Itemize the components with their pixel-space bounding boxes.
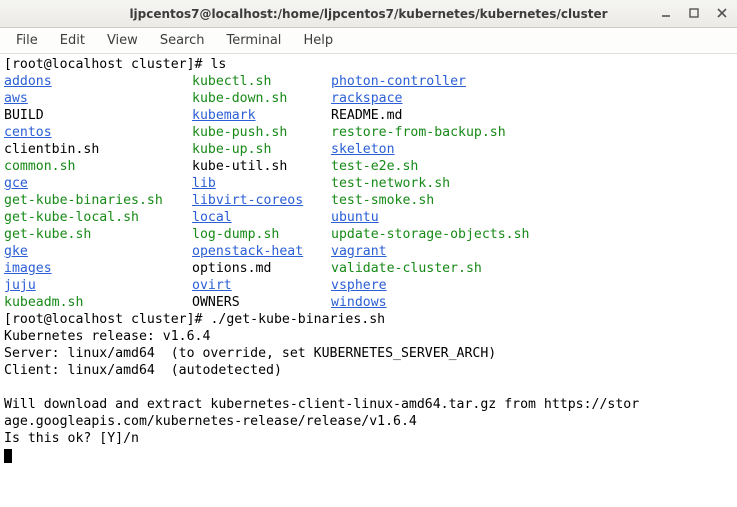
ls-entry: get-kube-local.sh	[4, 209, 192, 226]
ls-entry: kubemark	[192, 107, 331, 124]
titlebar: ljpcentos7@localhost:/home/ljpcentos7/ku…	[0, 0, 737, 28]
ls-entry: images	[4, 260, 192, 277]
close-button[interactable]	[713, 4, 731, 22]
ls-entry: get-kube-binaries.sh	[4, 192, 192, 209]
ls-entry: ovirt	[192, 277, 331, 294]
ls-entry: kubeadm.sh	[4, 294, 192, 311]
terminal-cursor	[4, 449, 12, 463]
ls-entry: kube-down.sh	[192, 90, 331, 107]
ls-entry: lib	[192, 175, 331, 192]
prompt-text: [root@localhost cluster]#	[4, 57, 210, 72]
ls-entry: rackspace	[331, 90, 733, 107]
menubar: File Edit View Search Terminal Help	[0, 28, 737, 54]
ls-entry: test-network.sh	[331, 175, 733, 192]
ls-entry: ubuntu	[331, 209, 733, 226]
ls-entry: update-storage-objects.sh	[331, 226, 733, 243]
ls-listing: addonskubectl.shphoton-controllerawskube…	[4, 73, 733, 311]
ls-entry: get-kube.sh	[4, 226, 192, 243]
ls-entry: centos	[4, 124, 192, 141]
ls-entry: vsphere	[331, 277, 733, 294]
ls-entry: skeleton	[331, 141, 733, 158]
output-line: Kubernetes release: v1.6.4	[4, 329, 210, 344]
ls-entry: gke	[4, 243, 192, 260]
ls-entry: validate-cluster.sh	[331, 260, 733, 277]
ls-entry: openstack-heat	[192, 243, 331, 260]
ls-entry: kube-util.sh	[192, 158, 331, 175]
ls-entry: restore-from-backup.sh	[331, 124, 733, 141]
output-line: Will download and extract kubernetes-cli…	[4, 397, 639, 412]
window-controls	[657, 4, 731, 22]
ls-entry: OWNERS	[192, 294, 331, 311]
ls-entry: options.md	[192, 260, 331, 277]
prompt-text: [root@localhost cluster]#	[4, 312, 210, 327]
ls-entry: kube-up.sh	[192, 141, 331, 158]
ls-entry: test-e2e.sh	[331, 158, 733, 175]
ls-entry: BUILD	[4, 107, 192, 124]
ls-entry: aws	[4, 90, 192, 107]
output-line: Client: linux/amd64 (autodetected)	[4, 363, 282, 378]
ls-entry: libvirt-coreos	[192, 192, 331, 209]
output-line: Server: linux/amd64 (to override, set KU…	[4, 346, 496, 361]
command-text: ls	[210, 57, 226, 72]
ls-entry: windows	[331, 294, 733, 311]
ls-entry: common.sh	[4, 158, 192, 175]
ls-entry: juju	[4, 277, 192, 294]
maximize-button[interactable]	[685, 4, 703, 22]
minimize-button[interactable]	[657, 4, 675, 22]
terminal-area[interactable]: [root@localhost cluster]# ls addonskubec…	[0, 54, 737, 507]
ls-entry: local	[192, 209, 331, 226]
command-text: ./get-kube-binaries.sh	[210, 312, 385, 327]
menu-view[interactable]: View	[97, 30, 148, 51]
ls-entry: log-dump.sh	[192, 226, 331, 243]
ls-entry: photon-controller	[331, 73, 733, 90]
ls-entry: clientbin.sh	[4, 141, 192, 158]
ls-entry: README.md	[331, 107, 733, 124]
ls-entry: gce	[4, 175, 192, 192]
ls-entry: test-smoke.sh	[331, 192, 733, 209]
ls-entry: kube-push.sh	[192, 124, 331, 141]
ls-entry: vagrant	[331, 243, 733, 260]
ls-entry: addons	[4, 73, 192, 90]
ls-entry: kubectl.sh	[192, 73, 331, 90]
menu-edit[interactable]: Edit	[50, 30, 95, 51]
menu-terminal[interactable]: Terminal	[216, 30, 291, 51]
window-title: ljpcentos7@localhost:/home/ljpcentos7/ku…	[129, 7, 607, 21]
output-line: age.googleapis.com/kubernetes-release/re…	[4, 414, 417, 429]
menu-search[interactable]: Search	[150, 30, 215, 51]
menu-file[interactable]: File	[6, 30, 48, 51]
output-line: Is this ok? [Y]/n	[4, 431, 139, 446]
menu-help[interactable]: Help	[293, 30, 343, 51]
